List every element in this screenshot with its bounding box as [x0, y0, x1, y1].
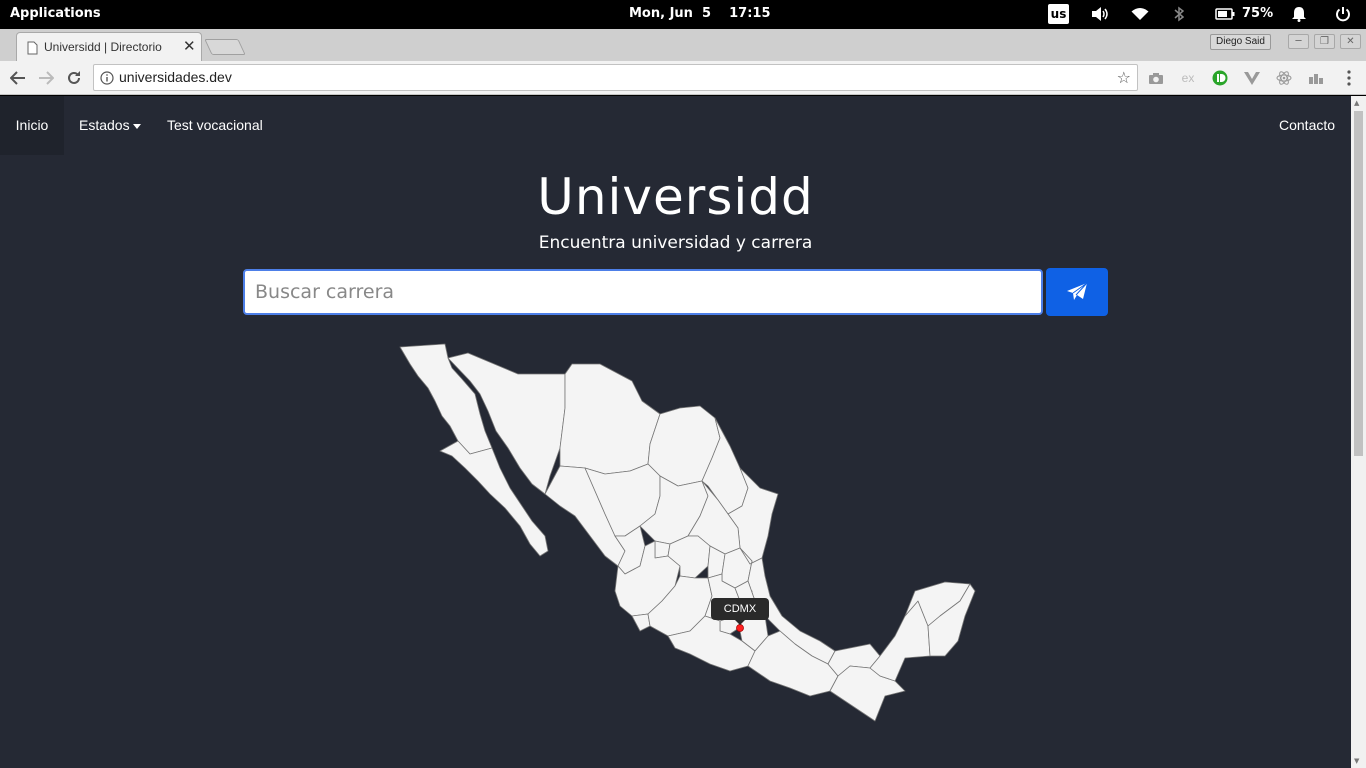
maximize-window-button[interactable]: ❐	[1314, 34, 1335, 49]
new-tab-button[interactable]	[204, 39, 246, 55]
minimize-window-button[interactable]: ─	[1288, 34, 1309, 49]
system-top-bar: Applications Mon, Jun 5 17:15 us 75%	[0, 0, 1366, 29]
url-text: universidades.dev	[119, 69, 232, 85]
applications-menu[interactable]: Applications	[10, 6, 101, 21]
profile-button[interactable]: Diego Said	[1210, 34, 1271, 50]
browser-menu-icon[interactable]	[1339, 68, 1359, 88]
address-bar[interactable]: universidades.dev ☆	[93, 64, 1138, 91]
browser-toolbar: universidades.dev ☆ ex	[0, 61, 1366, 95]
bookmark-star-icon[interactable]: ☆	[1117, 68, 1131, 87]
browser-tab[interactable]: Universidd | Directorio ✕	[16, 32, 202, 61]
battery-percentage: 75%	[1242, 6, 1274, 21]
map-state-colima[interactable]	[631, 613, 651, 632]
mexico-map	[399, 343, 976, 722]
back-arrow-icon[interactable]	[8, 68, 28, 88]
green-extension-icon[interactable]	[1210, 68, 1230, 88]
scrollbar-thumb[interactable]	[1354, 111, 1363, 456]
cdmx-marker[interactable]	[736, 624, 744, 632]
close-window-button[interactable]: ✕	[1340, 34, 1361, 49]
browser-tab-strip: Universidd | Directorio ✕ Diego Said ─ ❐…	[0, 29, 1366, 61]
screenshot-extension-icon[interactable]	[1146, 68, 1166, 88]
page-favicon-icon	[27, 40, 38, 59]
site-info-icon[interactable]	[100, 70, 114, 89]
map-marker-tooltip: CDMX	[711, 598, 769, 625]
map-state-chihuahua[interactable]	[559, 363, 661, 475]
power-icon[interactable]	[1335, 5, 1351, 23]
map-state-campeche[interactable]	[869, 600, 931, 682]
scroll-up-arrow-icon[interactable]: ▲	[1354, 99, 1359, 107]
react-devtools-icon[interactable]	[1274, 68, 1294, 88]
page-scrollbar[interactable]: ▲ ▼	[1351, 96, 1366, 768]
keyboard-layout-indicator[interactable]: us	[1048, 4, 1069, 24]
bluetooth-icon[interactable]	[1174, 5, 1184, 23]
page-content: Inicio Estados Test vocacional Contacto …	[0, 96, 1351, 768]
tab-title: Universidd | Directorio	[44, 40, 162, 54]
chart-extension-icon[interactable]	[1306, 68, 1326, 88]
scroll-down-arrow-icon[interactable]: ▼	[1354, 757, 1359, 765]
wifi-icon[interactable]	[1131, 5, 1149, 23]
vue-devtools-icon[interactable]	[1242, 68, 1262, 88]
volume-icon[interactable]	[1090, 5, 1110, 23]
reload-icon[interactable]	[64, 68, 84, 88]
notifications-bell-icon[interactable]	[1291, 5, 1307, 23]
forward-arrow-icon[interactable]	[36, 68, 56, 88]
clock[interactable]: Mon, Jun 5 17:15	[629, 6, 771, 21]
battery-icon[interactable]	[1215, 5, 1235, 23]
ex-extension-icon[interactable]: ex	[1178, 68, 1198, 88]
close-tab-icon[interactable]: ✕	[183, 37, 196, 55]
